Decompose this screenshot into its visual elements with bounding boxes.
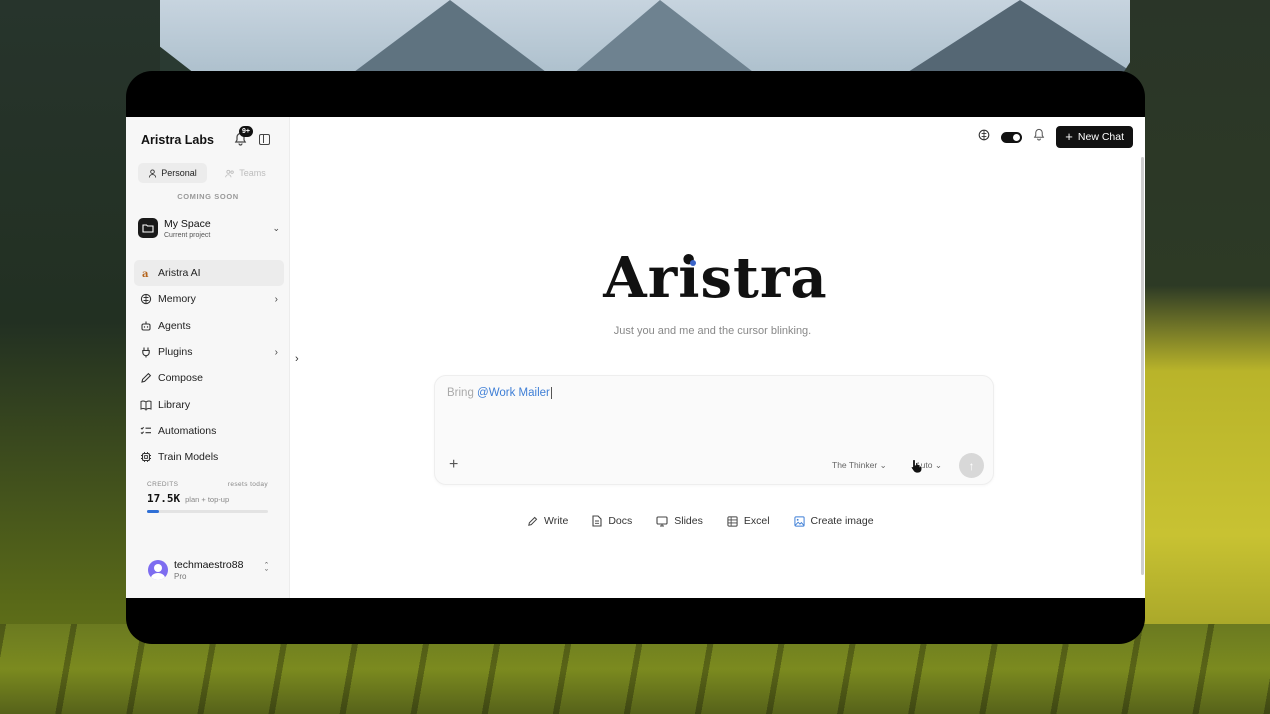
- credits-plan: plan + top-up: [185, 495, 230, 504]
- background-fields: [1130, 0, 1270, 714]
- space-title: My Space: [164, 217, 211, 230]
- sidebar: Aristra Labs 9+ Personal Teams COMING SO…: [126, 117, 290, 598]
- mention-tag: @Work Mailer: [477, 387, 550, 400]
- person-icon: [149, 168, 157, 178]
- credits-panel: CREDITS resets today 17.5K plan + top-up: [147, 481, 268, 513]
- bell-icon[interactable]: [1033, 128, 1045, 146]
- coming-soon-label: COMING SOON: [177, 192, 239, 201]
- space-selector[interactable]: My Space Current project ⌄: [138, 213, 280, 243]
- app-logo: Aristra: [603, 245, 828, 311]
- credits-value: 17.5K: [147, 492, 181, 505]
- logo-accent-dot: [690, 260, 696, 266]
- create-image-label: Create image: [810, 515, 874, 527]
- monitor-icon: [656, 515, 668, 526]
- arrow-up-icon: ↑: [968, 458, 975, 473]
- sidebar-item-train-models[interactable]: Train Models: [134, 444, 284, 470]
- toggle-sidebar-icon[interactable]: [259, 134, 270, 145]
- tab-personal-label: Personal: [161, 168, 197, 178]
- workspace-switcher: Personal Teams: [138, 163, 280, 183]
- text-caret: [550, 387, 552, 399]
- user-menu[interactable]: techmaestro88 Pro ˆˇ: [148, 557, 268, 583]
- plug-icon: [140, 346, 152, 358]
- tab-teams: Teams: [211, 163, 280, 183]
- mode-toggle[interactable]: [1001, 131, 1023, 143]
- slides-button[interactable]: Slides: [647, 510, 712, 532]
- tab-teams-label: Teams: [239, 168, 266, 178]
- user-name: techmaestro88: [174, 559, 244, 571]
- scrollbar[interactable]: [1141, 157, 1144, 575]
- slides-label: Slides: [674, 515, 703, 527]
- excel-button[interactable]: Excel: [718, 510, 779, 532]
- chip-icon: [140, 451, 152, 463]
- sidebar-item-label: Train Models: [158, 451, 219, 464]
- chevron-up-down-icon: ˆˇ: [265, 561, 268, 578]
- composer-text: Bring: [447, 387, 478, 400]
- composer-input[interactable]: Bring @Work Mailer: [447, 387, 552, 399]
- credits-label: CREDITS: [147, 481, 179, 488]
- credits-progress-bar: [147, 510, 268, 513]
- image-icon: [793, 515, 805, 527]
- brand-name: Aristra Labs: [141, 133, 214, 147]
- checklist-icon: [140, 425, 152, 437]
- tagline: Just you and me and the cursor blinking.: [613, 325, 812, 337]
- tab-personal[interactable]: Personal: [138, 163, 207, 183]
- write-label: Write: [544, 515, 569, 527]
- attach-plus-icon[interactable]: +: [449, 456, 458, 474]
- topbar: + New Chat: [978, 126, 1133, 148]
- avatar: [148, 560, 168, 580]
- space-subtitle: Current project: [164, 231, 211, 239]
- sidebar-item-label: Library: [158, 398, 191, 411]
- theme-brain-icon[interactable]: [978, 128, 990, 146]
- write-button[interactable]: Write: [518, 510, 577, 532]
- folder-icon: [138, 218, 158, 238]
- docs-button[interactable]: Docs: [583, 510, 641, 532]
- sidebar-item-plugins[interactable]: Plugins ›: [134, 339, 284, 365]
- new-chat-label: New Chat: [1077, 131, 1124, 143]
- quick-actions: Write Docs Slides Excel Create image: [518, 510, 883, 532]
- credits-progress-fill: [147, 510, 160, 513]
- sidebar-item-label: Automations: [158, 424, 217, 437]
- sidebar-item-agents[interactable]: Agents: [134, 313, 284, 339]
- app-window: Aristra Labs 9+ Personal Teams COMING SO…: [126, 117, 1145, 598]
- model-selector[interactable]: The Thinker ⌄: [832, 460, 887, 471]
- plus-icon: +: [1065, 129, 1073, 144]
- chevron-right-icon: ›: [274, 346, 278, 358]
- user-plan: Pro: [174, 572, 187, 581]
- expand-panel-chevron-icon[interactable]: ›: [295, 353, 299, 365]
- sidebar-item-automations[interactable]: Automations: [134, 418, 284, 444]
- sidebar-item-label: Agents: [158, 319, 191, 332]
- sidebar-item-label: Compose: [158, 372, 203, 385]
- pencil-icon: [140, 372, 152, 384]
- credits-reset: resets today: [227, 481, 268, 488]
- document-icon: [592, 515, 602, 527]
- model-label: The Thinker: [832, 460, 878, 470]
- chevron-down-icon: ⌄: [934, 460, 942, 470]
- chevron-down-icon: ⌄: [879, 460, 887, 470]
- chevron-down-icon: ⌄: [272, 222, 280, 233]
- book-icon: [140, 399, 152, 411]
- people-icon: [225, 169, 234, 177]
- excel-label: Excel: [743, 515, 770, 527]
- mouse-hand-cursor-icon: [910, 459, 923, 474]
- sidebar-item-compose[interactable]: Compose: [134, 365, 284, 391]
- notification-badge: 9+: [239, 126, 253, 137]
- robot-icon: [140, 320, 152, 332]
- new-chat-button[interactable]: + New Chat: [1056, 126, 1133, 148]
- table-icon: [727, 515, 738, 527]
- send-button[interactable]: ↑: [959, 453, 984, 478]
- sidebar-item-library[interactable]: Library: [134, 391, 284, 417]
- pencil-icon: [528, 516, 538, 526]
- create-image-button[interactable]: Create image: [785, 510, 883, 532]
- sidebar-item-label: Plugins: [158, 346, 193, 359]
- docs-label: Docs: [608, 515, 633, 527]
